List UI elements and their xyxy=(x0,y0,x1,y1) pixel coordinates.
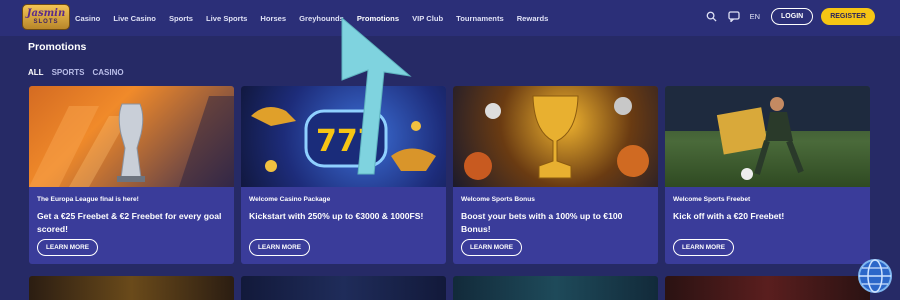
filter-sports[interactable]: SPORTS xyxy=(52,68,85,77)
language-selector[interactable]: EN xyxy=(750,12,760,21)
nav-rewards[interactable]: Rewards xyxy=(517,14,549,23)
promo-image-football-player xyxy=(665,86,870,187)
top-navbar: Jasmin SLOTS Casino Live Casino Sports L… xyxy=(0,0,900,36)
promo-tag: Welcome Sports Bonus xyxy=(461,196,535,203)
nav-sports[interactable]: Sports xyxy=(169,14,193,23)
learn-more-button[interactable]: LEARN MORE xyxy=(37,239,98,256)
nav-live-casino[interactable]: Live Casino xyxy=(113,14,156,23)
promo-title: Kickstart with 250% up to €3000 & 1000FS… xyxy=(249,211,424,221)
site-logo[interactable]: Jasmin SLOTS xyxy=(22,4,70,30)
promo-image-gold-trophy xyxy=(453,86,658,187)
logo-subtext: SLOTS xyxy=(33,19,59,25)
promo-card-partial[interactable] xyxy=(453,276,658,300)
chat-icon[interactable] xyxy=(726,9,742,25)
promo-tag: Welcome Sports Freebet xyxy=(673,196,751,203)
filter-casino[interactable]: CASINO xyxy=(92,68,123,77)
promo-filter-tabs: ALL SPORTS CASINO xyxy=(28,68,132,77)
main-nav: Casino Live Casino Sports Live Sports Ho… xyxy=(75,0,561,36)
learn-more-button[interactable]: LEARN MORE xyxy=(461,239,522,256)
learn-more-button[interactable]: LEARN MORE xyxy=(673,239,734,256)
search-icon[interactable] xyxy=(704,9,720,25)
promo-card-partial[interactable] xyxy=(665,276,870,300)
promo-title: Kick off with a €20 Freebet! xyxy=(673,211,785,221)
header-actions: EN LOGIN REGISTER xyxy=(704,8,875,25)
login-button[interactable]: LOGIN xyxy=(771,8,814,25)
nav-tournaments[interactable]: Tournaments xyxy=(456,14,504,23)
nav-horses[interactable]: Horses xyxy=(260,14,286,23)
pointer-arrow-icon xyxy=(341,16,412,175)
promo-title: Boost your bets with a 100% up to €100 B… xyxy=(461,211,623,234)
promo-card[interactable]: Welcome Sports Freebet Kick off with a €… xyxy=(665,86,870,264)
promo-tag: Welcome Casino Package xyxy=(249,196,331,203)
learn-more-button[interactable]: LEARN MORE xyxy=(249,239,310,256)
logo-text: Jasmin xyxy=(26,8,66,19)
promo-card-partial[interactable] xyxy=(241,276,446,300)
promo-title: Get a €25 Freebet & €2 Freebet for every… xyxy=(37,211,222,234)
promo-card[interactable]: Welcome Sports Bonus Boost your bets wit… xyxy=(453,86,658,264)
page-title: Promotions xyxy=(28,41,87,53)
promo-image-europa-trophy xyxy=(29,86,234,187)
nav-casino[interactable]: Casino xyxy=(75,14,100,23)
filter-all[interactable]: ALL xyxy=(28,68,44,77)
promo-tag: The Europa League final is here! xyxy=(37,196,139,203)
promo-card[interactable]: The Europa League final is here! Get a €… xyxy=(29,86,234,264)
globe-icon[interactable] xyxy=(855,256,895,296)
promo-card-partial[interactable] xyxy=(29,276,234,300)
register-button[interactable]: REGISTER xyxy=(821,8,875,25)
nav-live-sports[interactable]: Live Sports xyxy=(206,14,247,23)
